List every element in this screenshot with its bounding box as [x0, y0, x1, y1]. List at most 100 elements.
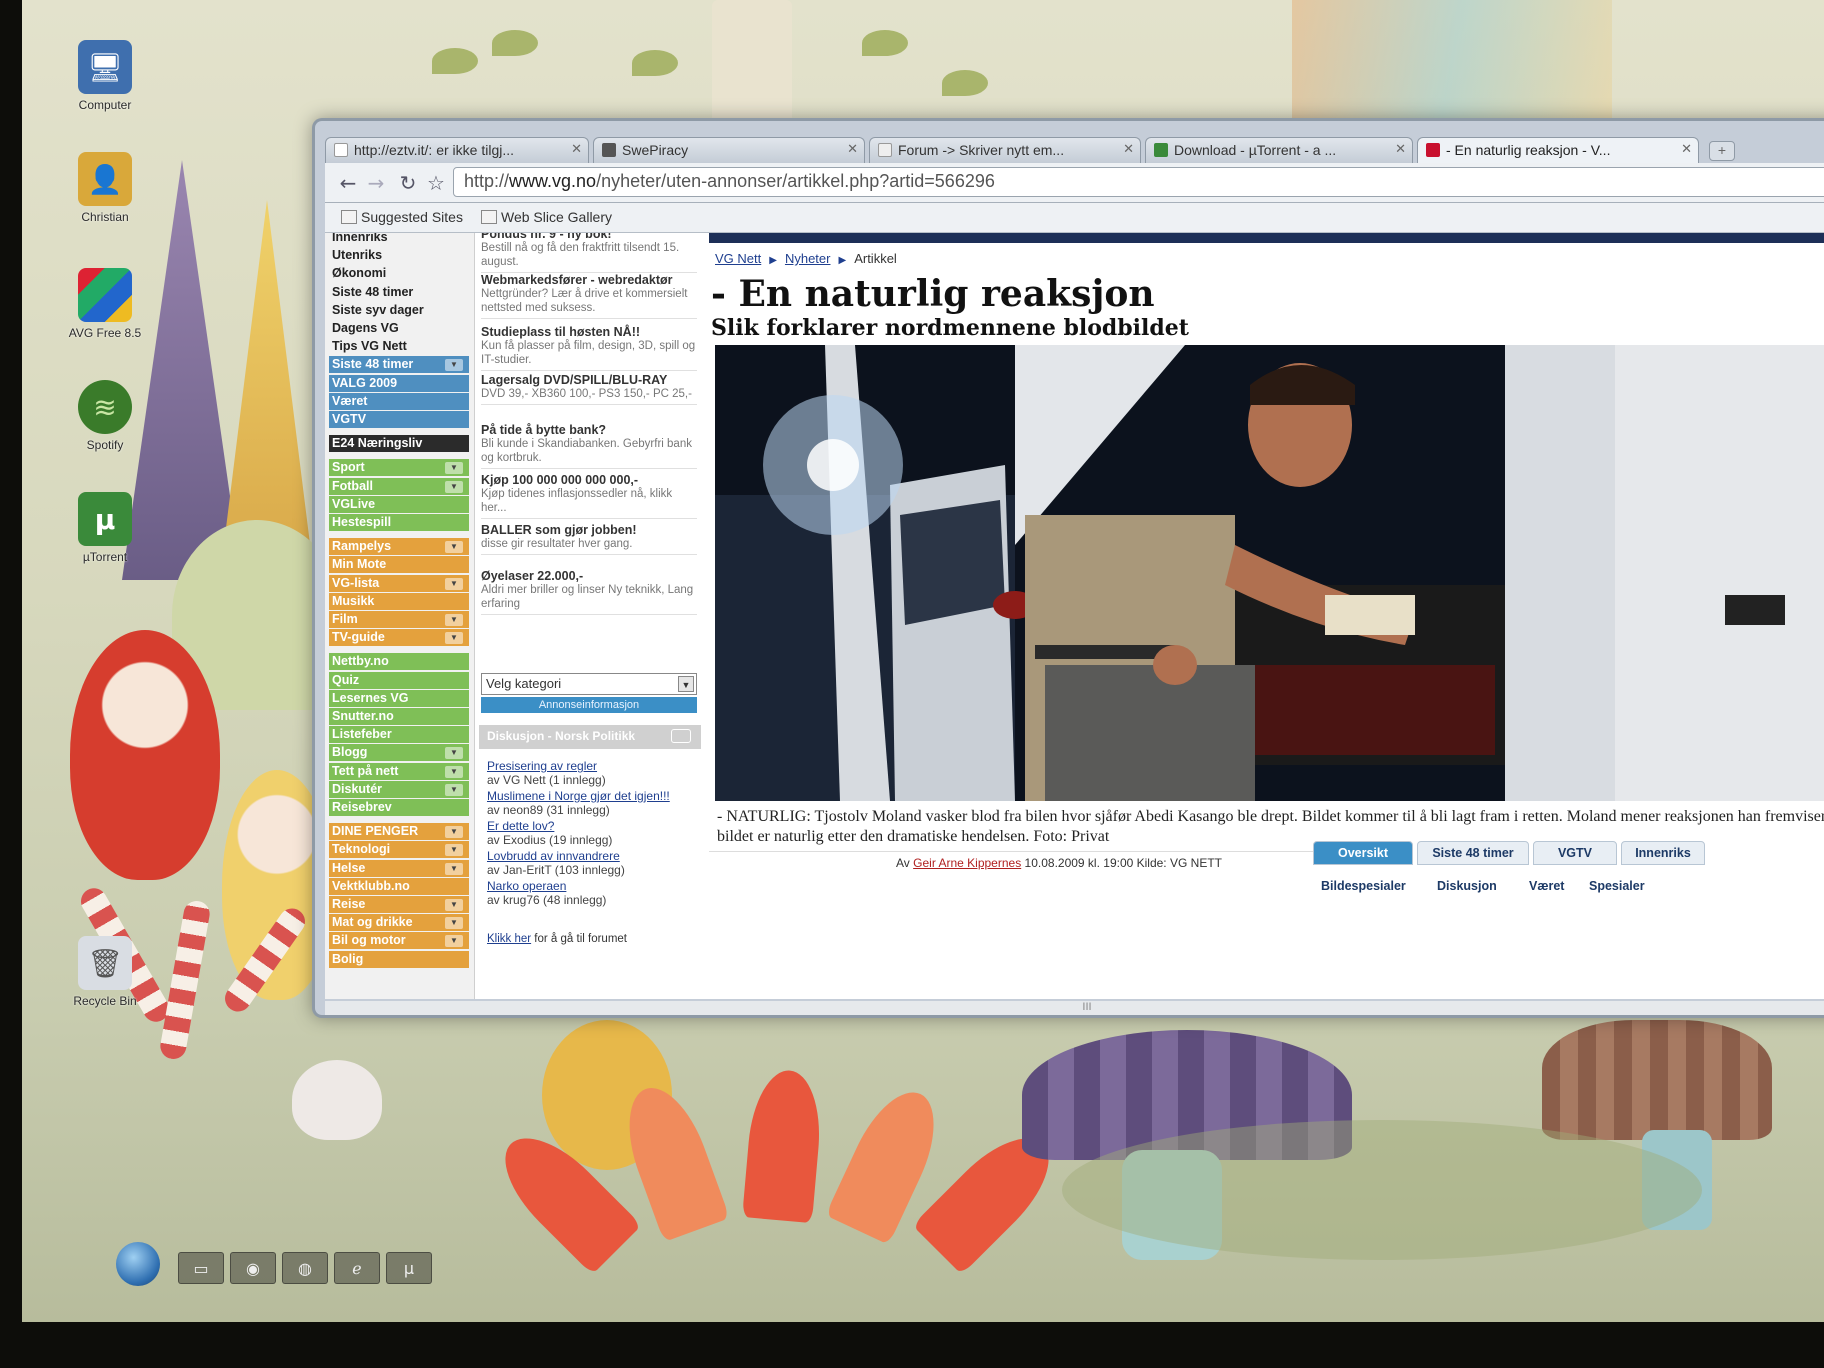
tab-utorrent[interactable]: Download - µTorrent - a ... ✕	[1145, 137, 1413, 163]
nav-item[interactable]: Dagens VG	[329, 320, 469, 337]
ad-item[interactable]: På tide å bytte bank? Bli kunde i Skandia…	[481, 423, 697, 469]
nav-item[interactable]: Diskutér ▼	[329, 780, 469, 798]
forum-post-link[interactable]: Lovbrudd av innvandrere	[487, 849, 703, 863]
spotify-taskbar-icon[interactable]: ◍	[282, 1252, 328, 1284]
desktop-icon-recycle-bin[interactable]: 🗑 Recycle Bin	[50, 936, 160, 1008]
close-icon[interactable]: ✕	[1395, 141, 1406, 157]
forum-post-link[interactable]: Presisering av regler	[487, 759, 703, 773]
forward-icon[interactable]: →	[363, 171, 389, 195]
bookmark-web-slice-gallery[interactable]: Web Slice Gallery	[481, 209, 612, 225]
ad-item[interactable]: Kjøp 100 000 000 000 000,- Kjøp tidenes i…	[481, 473, 697, 519]
reload-icon[interactable]: ↻	[395, 171, 421, 195]
chevron-down-icon[interactable]: ▼	[445, 359, 463, 372]
nav-item[interactable]: Reisebrev	[329, 799, 469, 816]
nav-item[interactable]: VG-lista ▼	[329, 574, 469, 592]
nav-item[interactable]: Siste syv dager	[329, 302, 469, 319]
nav-item[interactable]: Fotball ▼	[329, 477, 469, 495]
desktop-icon-avg[interactable]: AVG Free 8.5	[50, 268, 160, 340]
chevron-down-icon[interactable]: ▼	[445, 632, 463, 645]
forum-post-link[interactable]: Muslimene i Norge gjør det igjen!!!	[487, 789, 703, 803]
ad-category-select[interactable]: Velg kategori ▼	[481, 673, 697, 695]
close-icon[interactable]: ✕	[1681, 141, 1692, 157]
nav-item[interactable]: Utenriks	[329, 247, 469, 264]
ad-item[interactable]: Webmarkedsfører - webredaktør Nettgründer…	[481, 273, 697, 319]
chevron-down-icon[interactable]: ▼	[445, 747, 463, 760]
link-bildespesialer[interactable]: Bildespesialer	[1321, 879, 1406, 893]
chevron-down-icon[interactable]: ▼	[445, 480, 463, 493]
ie-taskbar-icon[interactable]: ℯ	[334, 1252, 380, 1284]
nav-item[interactable]: Musikk	[329, 592, 469, 610]
address-bar[interactable]: http://www.vg.no/nyheter/uten-annonser/a…	[453, 167, 1824, 197]
author-link[interactable]: Geir Arne Kippernes	[913, 856, 1021, 870]
chevron-down-icon[interactable]: ▼	[445, 462, 463, 475]
nav-item[interactable]: Siste 48 timer ▼	[329, 356, 469, 374]
bookmark-suggested-sites[interactable]: Suggested Sites	[341, 209, 463, 225]
ad-item[interactable]: Lagersalg DVD/SPILL/BLU-RAY DVD 39,- XB36…	[481, 373, 697, 405]
link-diskusjon[interactable]: Diskusjon	[1437, 879, 1497, 893]
nav-item[interactable]: E24 Næringsliv	[329, 435, 469, 453]
nav-item[interactable]: Nettby.no	[329, 653, 469, 671]
tab-vgtv[interactable]: VGTV	[1533, 841, 1617, 865]
nav-item[interactable]: Quiz	[329, 671, 469, 689]
bookmark-star-icon[interactable]: ☆	[423, 171, 449, 195]
breadcrumb-nyheter[interactable]: Nyheter	[785, 251, 831, 266]
forum-post-link[interactable]: Er dette lov?	[487, 819, 703, 833]
nav-item[interactable]: Mat og drikke ▼	[329, 914, 469, 932]
nav-item[interactable]: DINE PENGER ▼	[329, 823, 469, 841]
tab-eztv[interactable]: http://eztv.it/: er ikke tilgj... ✕	[325, 137, 589, 163]
tab-oversikt[interactable]: Oversikt	[1313, 841, 1413, 865]
desktop-icon-utorrent[interactable]: µ µTorrent	[50, 492, 160, 564]
nav-item[interactable]: VALG 2009	[329, 374, 469, 392]
nav-item[interactable]: Innenriks	[329, 233, 469, 246]
nav-item[interactable]: Film ▼	[329, 611, 469, 628]
nav-item[interactable]: Økonomi	[329, 265, 469, 282]
desktop-icon-computer[interactable]: 🖥 Computer	[50, 40, 160, 112]
explorer-taskbar-icon[interactable]: ▭	[178, 1252, 224, 1284]
tab-vg-article[interactable]: - En naturlig reaksjon - V... ✕	[1417, 137, 1699, 163]
chevron-down-icon[interactable]: ▼	[445, 783, 463, 796]
horizontal-scrollbar[interactable]: III	[325, 1001, 1824, 1015]
chevron-down-icon[interactable]: ▼	[445, 541, 463, 554]
chevron-down-icon[interactable]: ▼	[445, 826, 463, 839]
nav-item[interactable]: Helse ▼	[329, 859, 469, 877]
link-vaeret[interactable]: Været	[1529, 879, 1564, 893]
new-tab-button[interactable]: +	[1709, 141, 1735, 161]
nav-item[interactable]: Teknologi ▼	[329, 841, 469, 859]
nav-item[interactable]: Lesernes VG	[329, 689, 469, 707]
chevron-down-icon[interactable]: ▼	[445, 862, 463, 875]
close-icon[interactable]: ✕	[847, 141, 858, 157]
forum-post-link[interactable]: Narko operaen	[487, 879, 703, 893]
close-icon[interactable]: ✕	[571, 141, 582, 157]
nav-item[interactable]: Listefeber	[329, 726, 469, 744]
tab-forum[interactable]: Forum -> Skriver nytt em... ✕	[869, 137, 1141, 163]
chevron-down-icon[interactable]: ▼	[445, 917, 463, 930]
nav-item[interactable]: TV-guide ▼	[329, 629, 469, 647]
ad-item[interactable]: Studieplass til høsten NÅ!! Kun få plasse…	[481, 325, 697, 371]
chrome-taskbar-icon[interactable]: ◉	[230, 1252, 276, 1284]
ad-item[interactable]: Øyelaser 22.000,- Aldri mer briller og li…	[481, 569, 697, 615]
nav-item[interactable]: Snutter.no	[329, 708, 469, 725]
utorrent-taskbar-icon[interactable]: µ	[386, 1252, 432, 1284]
breadcrumb-vg-nett[interactable]: VG Nett	[715, 251, 761, 266]
nav-item[interactable]: Vektklubb.no	[329, 877, 469, 895]
nav-item[interactable]: Hestespill	[329, 514, 469, 531]
nav-item[interactable]: Været	[329, 392, 469, 410]
desktop-icon-spotify[interactable]: ≋ Spotify	[50, 380, 160, 452]
nav-item[interactable]: Bolig	[329, 950, 469, 968]
nav-item[interactable]: Tips VG Nett	[329, 338, 469, 355]
nav-item[interactable]: Tett på nett ▼	[329, 762, 469, 780]
chevron-down-icon[interactable]: ▼	[445, 614, 463, 626]
nav-item[interactable]: Rampelys ▼	[329, 538, 469, 556]
nav-item[interactable]: Blogg ▼	[329, 744, 469, 762]
chevron-down-icon[interactable]: ▼	[445, 577, 463, 590]
start-button[interactable]	[116, 1242, 160, 1286]
forum-link[interactable]: Klikk her	[487, 933, 531, 945]
nav-item[interactable]: Reise ▼	[329, 896, 469, 913]
nav-item[interactable]: Bil og motor ▼	[329, 932, 469, 950]
ad-item[interactable]: Pondus nr. 9 - ny bok! Bestill nå og få d…	[481, 233, 697, 273]
close-icon[interactable]: ✕	[1123, 141, 1134, 157]
tab-swepiracy[interactable]: SwePiracy ✕	[593, 137, 865, 163]
ad-item[interactable]: BALLER som gjør jobben! disse gir resulta…	[481, 523, 697, 555]
nav-item[interactable]: Min Mote	[329, 556, 469, 574]
tab-innenriks[interactable]: Innenriks	[1621, 841, 1705, 865]
